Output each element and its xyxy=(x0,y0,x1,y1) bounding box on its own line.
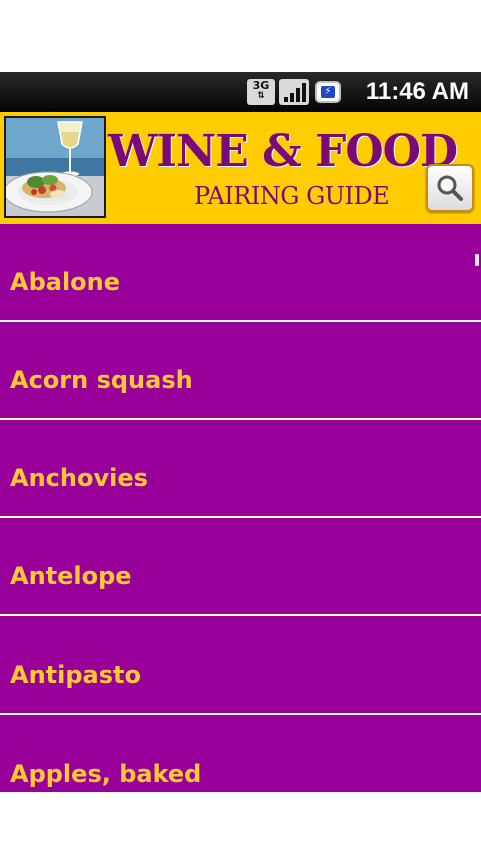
list-item[interactable]: Abalone xyxy=(0,224,481,322)
status-bar: 3G ⇅ ⚡ 11:46 AM xyxy=(0,72,481,112)
list-item-label: Apples, baked xyxy=(10,760,202,788)
list-item[interactable]: Apples, baked xyxy=(0,716,481,792)
list-item[interactable]: Anchovies xyxy=(0,420,481,518)
list-item-label: Anchovies xyxy=(10,464,148,492)
app-title: WINE & FOOD xyxy=(108,126,458,177)
network-3g-icon: 3G ⇅ xyxy=(247,79,275,105)
search-icon xyxy=(437,175,463,201)
list-item-label: Acorn squash xyxy=(10,366,193,394)
app-subtitle: PAIRING GUIDE xyxy=(194,182,390,210)
search-button[interactable] xyxy=(426,164,474,212)
list-item[interactable]: Acorn squash xyxy=(0,322,481,420)
list-item[interactable]: Antelope xyxy=(0,518,481,616)
list-item[interactable]: Antipasto xyxy=(0,617,481,715)
scrollbar[interactable] xyxy=(475,254,479,266)
food-list[interactable]: Abalone Acorn squash Anchovies Antelope … xyxy=(0,224,481,792)
network-type-label: 3G xyxy=(252,79,270,92)
battery-icon: ⚡ xyxy=(315,81,341,103)
app-screen: 3G ⇅ ⚡ 11:46 AM WINE & FOOD PAIRING GUID… xyxy=(0,72,481,792)
list-item-label: Abalone xyxy=(10,268,121,296)
list-item-label: Antipasto xyxy=(10,661,141,689)
app-header: WINE & FOOD PAIRING GUIDE xyxy=(0,112,481,224)
status-icons: 3G ⇅ ⚡ xyxy=(247,78,341,106)
list-item-label: Antelope xyxy=(10,562,132,590)
signal-strength-icon xyxy=(279,79,309,105)
wine-food-photo xyxy=(4,116,106,218)
status-clock: 11:46 AM xyxy=(365,78,469,105)
